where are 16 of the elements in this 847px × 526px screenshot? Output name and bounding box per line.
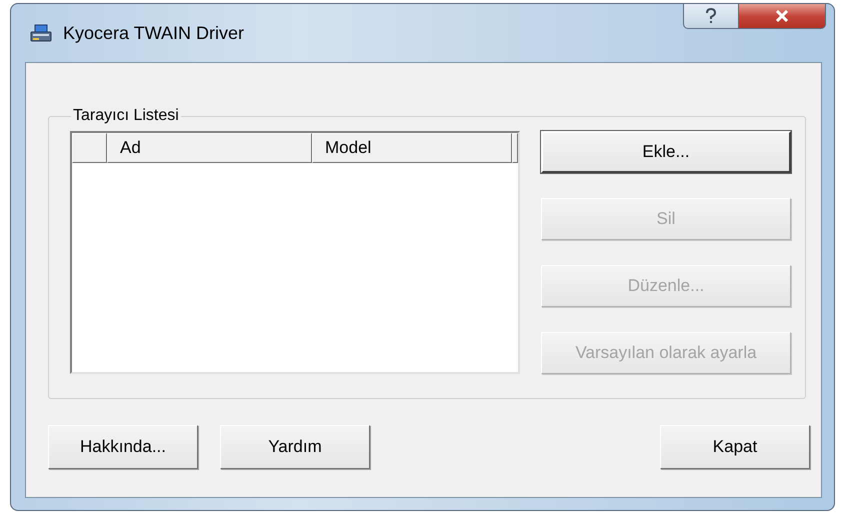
scanner-icon: [30, 23, 52, 43]
column-header[interactable]: [72, 133, 107, 163]
column-header[interactable]: Ad: [107, 133, 312, 163]
window-title: Kyocera TWAIN Driver: [63, 22, 244, 44]
question-mark-icon: [705, 8, 717, 24]
close-button[interactable]: [739, 4, 826, 29]
group-label: Tarayıcı Listesi: [72, 107, 180, 125]
dialog-button[interactable]: Yardım: [220, 425, 370, 469]
help-button[interactable]: [683, 4, 739, 29]
dialog-button[interactable]: Ekle...: [541, 131, 791, 173]
dialog-button[interactable]: Kapat: [660, 425, 810, 469]
dialog-button[interactable]: Hakkında...: [48, 425, 198, 469]
column-header[interactable]: [512, 133, 518, 163]
close-icon: [775, 10, 789, 22]
column-header[interactable]: Model: [312, 133, 512, 163]
scanner-list[interactable]: Ad Model: [70, 131, 520, 374]
